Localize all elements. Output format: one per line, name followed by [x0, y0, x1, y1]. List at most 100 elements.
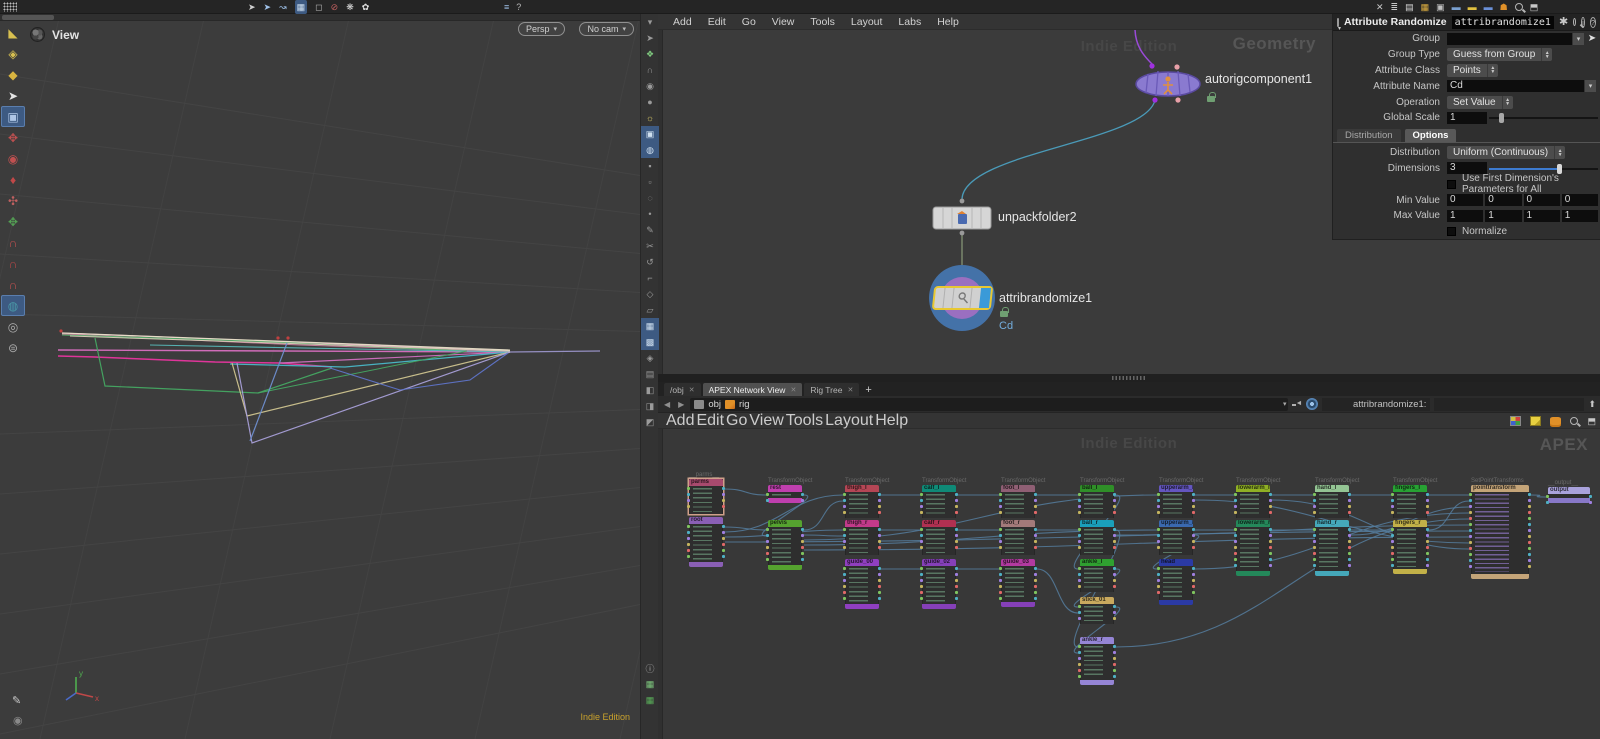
apex-node-lowerarm_r[interactable]: lowerarm_r: [1234, 520, 1272, 576]
node-header[interactable]: guide_00: [845, 559, 879, 566]
output-port[interactable]: [1348, 540, 1351, 543]
output-port[interactable]: [1192, 534, 1195, 537]
input-port[interactable]: [1078, 573, 1081, 576]
min-value-field[interactable]: 0: [1523, 194, 1560, 207]
output-port[interactable]: [878, 591, 881, 594]
path-breadcrumb[interactable]: obj rig ▾: [690, 397, 1289, 411]
apex-node-stick_01[interactable]: stick_01: [1078, 597, 1116, 624]
input-port[interactable]: [1078, 505, 1081, 508]
output-port[interactable]: [1269, 540, 1272, 543]
input-port[interactable]: [1078, 540, 1081, 543]
input-port[interactable]: [1234, 558, 1237, 561]
output-port[interactable]: [878, 505, 881, 508]
input-port[interactable]: [1078, 585, 1081, 588]
burger-menu-icon[interactable]: ☗: [1500, 0, 1508, 14]
input-port[interactable]: [1078, 675, 1081, 678]
input-port[interactable]: [1234, 564, 1237, 567]
shelf-tool-icon[interactable]: ➤: [1, 85, 25, 106]
output-port[interactable]: [1034, 579, 1037, 582]
apex-node-rest[interactable]: TransformObject rest: [766, 478, 812, 503]
output-port[interactable]: [1348, 493, 1351, 496]
output-port[interactable]: [1113, 645, 1116, 648]
empty-field[interactable]: [1434, 397, 1585, 411]
input-port[interactable]: [920, 493, 923, 496]
output-port[interactable]: [1113, 675, 1116, 678]
node-header[interactable]: lowerarm_l: [1236, 485, 1270, 492]
output-port[interactable]: [1348, 558, 1351, 561]
linked-pane-icon[interactable]: ≡: [504, 0, 509, 14]
apex-node-pointtransform[interactable]: SetPointTransforms pointtransform: [1469, 478, 1531, 579]
input-port[interactable]: [1157, 505, 1160, 508]
path-dropdown-arrow[interactable]: ▾: [1283, 400, 1287, 408]
breadcrumb-obj[interactable]: obj: [694, 399, 721, 410]
output-port[interactable]: [1113, 663, 1116, 666]
select-add-arrow-icon[interactable]: ➤: [264, 0, 272, 14]
global-scale-slider[interactable]: [1489, 111, 1598, 124]
input-port[interactable]: [1234, 499, 1237, 502]
apex-node-ankle_l[interactable]: ankle_l: [1078, 559, 1116, 592]
node-header[interactable]: hand_r: [1315, 520, 1349, 527]
output-port[interactable]: [722, 493, 725, 496]
input-port[interactable]: [1313, 564, 1316, 567]
node-header[interactable]: foot_r: [1001, 520, 1035, 527]
group-type-dropdown[interactable]: Guess from Group: [1447, 48, 1542, 62]
menu-layout[interactable]: Layout: [825, 412, 873, 430]
input-port[interactable]: [843, 528, 846, 531]
global-scale-input[interactable]: 1: [1447, 111, 1487, 124]
output-port[interactable]: [1034, 591, 1037, 594]
input-port[interactable]: [1469, 511, 1472, 514]
dimensions-slider[interactable]: [1489, 162, 1598, 175]
pane-tab-apex-network-view[interactable]: APEX Network View ✕: [702, 383, 803, 396]
node-header[interactable]: rest: [768, 485, 802, 492]
input-port[interactable]: [843, 597, 846, 600]
input-port[interactable]: [1078, 663, 1081, 666]
menu-go[interactable]: Go: [735, 16, 763, 28]
input-port[interactable]: [843, 579, 846, 582]
node-header[interactable]: output: [1548, 487, 1590, 494]
max-value-field[interactable]: 1: [1447, 209, 1484, 222]
output-port[interactable]: [1192, 505, 1195, 508]
input-port[interactable]: [1391, 528, 1394, 531]
output-port[interactable]: [1528, 529, 1531, 532]
output-port[interactable]: [1034, 540, 1037, 543]
close-icon[interactable]: ✕: [689, 386, 695, 394]
input-port[interactable]: [1391, 499, 1394, 502]
input-port[interactable]: [843, 591, 846, 594]
max-value-field[interactable]: 1: [1485, 209, 1522, 222]
attribute-name-input[interactable]: Cd: [1447, 80, 1584, 93]
output-port[interactable]: [1113, 511, 1116, 514]
display-option-icon[interactable]: ◍: [641, 142, 659, 158]
shelf-tool-icon[interactable]: ✥: [1, 211, 25, 232]
select-arrow-icon[interactable]: ➤: [248, 0, 256, 14]
display-option-icon[interactable]: ∩: [641, 62, 659, 78]
output-port[interactable]: [1113, 611, 1116, 614]
apex-network-pane[interactable]: /obj ✕ APEX Network View ✕ Rig Tree ✕ + ◀ ▶ ob…: [658, 382, 1600, 739]
input-port[interactable]: [920, 499, 923, 502]
output-port[interactable]: [801, 552, 804, 555]
input-port[interactable]: [1157, 534, 1160, 537]
normalize-checkbox[interactable]: [1447, 227, 1456, 237]
input-port[interactable]: [1469, 565, 1472, 568]
output-port[interactable]: [801, 558, 804, 561]
pane-help-icon[interactable]: ?: [516, 0, 521, 14]
display-option-icon[interactable]: ◧: [641, 382, 659, 398]
input-port[interactable]: [1078, 546, 1081, 549]
input-port[interactable]: [920, 579, 923, 582]
input-port[interactable]: [1078, 611, 1081, 614]
input-port[interactable]: [1078, 651, 1081, 654]
output-port[interactable]: [722, 531, 725, 534]
display-option-icon[interactable]: ▦: [641, 692, 659, 708]
node-header[interactable]: fingers_r: [1393, 520, 1427, 527]
radial-menu-icon[interactable]: [1306, 398, 1319, 410]
apex-node-ball_l[interactable]: TransformObject ball_l: [1078, 478, 1124, 518]
input-port[interactable]: [687, 505, 690, 508]
node-name-field[interactable]: attribrandomize1: [1451, 15, 1554, 29]
input-port[interactable]: [1234, 511, 1237, 514]
input-port[interactable]: [1157, 511, 1160, 514]
apex-node-guide_00[interactable]: guide_00: [843, 559, 881, 609]
output-port[interactable]: [801, 528, 804, 531]
input-port[interactable]: [687, 549, 690, 552]
input-port[interactable]: [1546, 495, 1549, 498]
input-port[interactable]: [920, 597, 923, 600]
output-port[interactable]: [1269, 505, 1272, 508]
